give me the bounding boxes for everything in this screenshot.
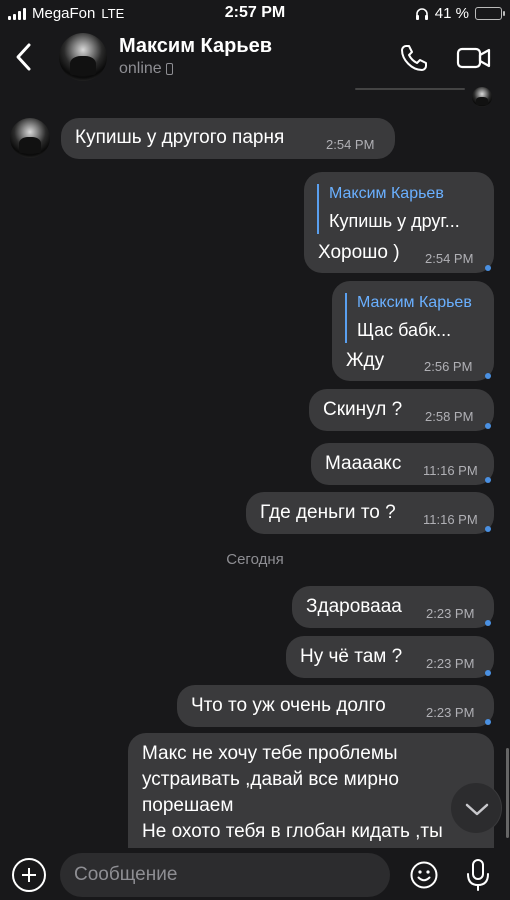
status-bar: MegaFon LTE 2:57 PM 41 % [0,0,510,28]
message-bubble-outgoing[interactable]: Ну чё там ? 2:23 PM [286,636,494,678]
message-input[interactable] [60,853,390,897]
scrollbar[interactable] [506,748,509,838]
headphones-icon [415,7,428,20]
message-time: 2:54 PM [425,251,474,266]
sent-status-dot [485,477,491,483]
sent-status-dot [485,620,491,626]
message-time: 2:23 PM [426,705,475,720]
emoji-icon[interactable] [409,860,439,890]
message-time: 11:16 PM [423,463,478,478]
message-time: 2:54 PM [326,137,375,152]
video-camera-icon[interactable] [456,42,492,74]
message-line: устраивать ,давай все мирно [142,769,399,790]
phone-icon[interactable] [398,42,430,74]
sender-avatar[interactable] [10,118,50,158]
presence-label: online [119,60,162,77]
quote-author: Максим Карьев [329,185,444,202]
message-line: Макс не хочу тебе проблемы [142,743,398,764]
message-time: 2:56 PM [424,359,473,374]
sent-status-dot [485,423,491,429]
message-bubble-outgoing[interactable]: Где деньги то ? 11:16 PM [246,492,494,534]
message-bubble-outgoing[interactable]: Маааакс 11:16 PM [311,443,494,485]
attach-plus-icon[interactable] [12,858,46,892]
message-text-block: Макс не хочу тебе проблемы устраивать ,д… [142,741,443,845]
message-text: Маааакс [325,453,402,474]
message-line: Не охото тебя в глобан кидать ,ты [142,821,443,842]
chat-header: Максим Карьев online [0,28,510,90]
sent-status-dot [485,526,491,532]
date-separator: Сегодня [226,551,284,568]
chevron-down-icon [465,803,489,816]
previous-message-edge [355,88,465,90]
message-bubble-outgoing[interactable]: Скинул ? 2:58 PM [309,389,494,431]
quote-text: Купишь у друг... [329,211,460,231]
sent-status-dot [485,670,491,676]
contact-avatar[interactable] [59,33,107,81]
microphone-icon[interactable] [463,858,493,892]
scroll-to-bottom-button[interactable] [450,782,502,834]
message-bubble-outgoing[interactable]: Что то уж очень долго 2:23 PM [177,685,494,727]
message-text: Здаровааа [306,596,402,617]
message-line: порешаем [142,795,234,816]
composer-bar [0,848,510,900]
quote-author: Максим Карьев [357,294,472,311]
sent-status-dot [485,719,491,725]
message-text: Что то уж очень долго [191,695,386,716]
battery-icon [475,7,505,20]
message-text: Купишь у другого парня [75,127,285,148]
contact-name[interactable]: Максим Карьев [119,35,272,58]
message-time: 2:23 PM [426,606,475,621]
chevron-left-icon[interactable] [12,40,36,74]
message-bubble-outgoing[interactable]: Максим Карьев Купишь у друг... Хорошо ) … [304,172,494,273]
reply-quote[interactable]: Максим Карьев Щас бабк... [345,293,472,343]
contact-presence: online [119,60,173,78]
message-text: Скинул ? [323,399,403,420]
sent-status-dot [485,373,491,379]
message-bubble-incoming[interactable]: Купишь у другого парня 2:54 PM [61,118,395,159]
message-time: 11:16 PM [423,512,478,527]
quote-text: Щас бабк... [357,320,452,340]
message-time: 2:58 PM [425,409,474,424]
message-text: Ну чё там ? [300,646,403,667]
message-text: Жду [346,350,385,371]
reply-quote[interactable]: Максим Карьев Купишь у друг... [317,184,460,234]
sent-status-dot [485,265,491,271]
read-receipt-avatar [472,87,492,107]
message-text: Хорошо ) [318,242,400,263]
message-bubble-outgoing[interactable]: Здаровааа 2:23 PM [292,586,494,628]
message-bubble-outgoing[interactable]: Максим Карьев Щас бабк... Жду 2:56 PM [332,281,494,381]
mobile-device-icon [165,63,173,75]
message-text: Где деньги то ? [260,502,396,523]
message-time: 2:23 PM [426,656,475,671]
battery-percent: 41 % [434,5,469,22]
status-right: 41 % [415,5,505,22]
